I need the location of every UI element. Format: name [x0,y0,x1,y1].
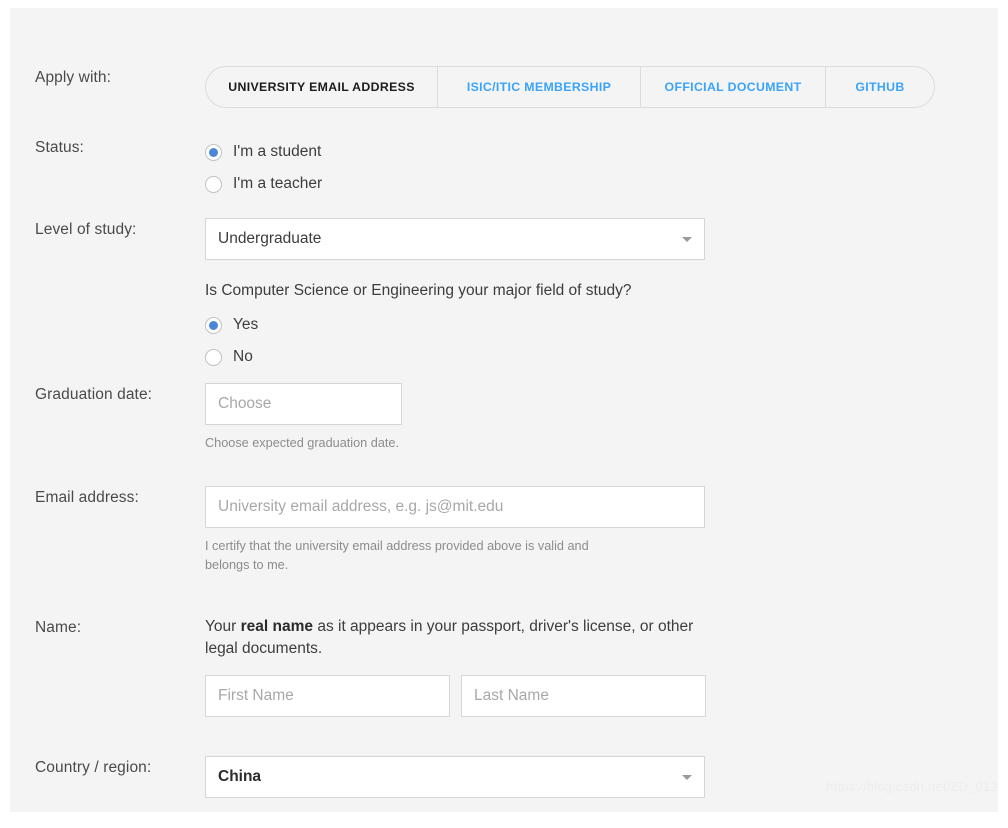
level-of-study-value: Undergraduate [218,230,322,247]
graduation-date-label: Graduation date: [35,386,153,403]
email-address-label: Email address: [35,489,139,506]
radio-item-yes[interactable]: Yes [205,309,705,341]
country-region-select[interactable]: China [205,756,705,798]
chevron-down-icon [682,775,692,780]
note-prefix: Your [205,618,241,635]
radio-button-no[interactable] [205,348,222,366]
tab-isic-itic-membership[interactable]: ISIC/ITIC MEMBERSHIP [438,67,641,107]
email-address-input[interactable] [205,486,705,528]
radio-label-student: I'm a student [233,143,322,160]
name-label: Name: [35,619,82,636]
major-field-question: Is Computer Science or Engineering your … [205,282,632,299]
country-region-field: China [205,756,705,798]
level-of-study-select[interactable]: Undergraduate [205,218,705,260]
real-name-note: Your real name as it appears in your pas… [205,616,705,660]
email-address-row: Email address: I certify that the univer… [35,486,705,575]
status-label: Status: [35,139,84,156]
name-row: Name: Your real name as it appears in yo… [35,616,706,717]
graduation-date-input[interactable] [205,383,402,425]
status-row: Status: I'm a student I'm a teacher [35,136,322,200]
apply-with-field: UNIVERSITY EMAIL ADDRESS ISIC/ITIC MEMBE… [205,66,935,108]
graduation-date-field: Choose expected graduation date. [205,383,402,453]
radio-button-student[interactable] [205,143,222,161]
signup-form-page: Apply with: UNIVERSITY EMAIL ADDRESS ISI… [10,8,998,812]
tab-official-document[interactable]: OFFICIAL DOCUMENT [641,67,826,107]
status-radio-group: I'm a student I'm a teacher [205,136,322,200]
country-region-row: Country / region: China [35,756,705,798]
level-of-study-label: Level of study: [35,221,137,238]
email-address-help: I certify that the university email addr… [205,539,589,572]
first-name-input[interactable] [205,675,450,717]
level-of-study-row: Level of study: Undergraduate Is Compute… [35,218,705,373]
watermark: https://blog.csdn.net/ZD_012 [826,779,998,794]
radio-label-teacher: I'm a teacher [233,175,323,192]
country-region-value: China [218,768,262,785]
last-name-input[interactable] [461,675,706,717]
tab-github[interactable]: GITHUB [826,67,934,107]
note-bold: real name [240,618,314,635]
tab-university-email-address[interactable]: UNIVERSITY EMAIL ADDRESS [206,67,438,107]
radio-item-no[interactable]: No [205,341,705,373]
status-field: I'm a student I'm a teacher [205,136,322,200]
graduation-date-row: Graduation date: Choose expected graduat… [35,383,402,453]
graduation-date-help: Choose expected graduation date. [205,436,399,450]
name-field: Your real name as it appears in your pas… [205,616,706,717]
country-region-label: Country / region: [35,759,152,776]
email-address-field: I certify that the university email addr… [205,486,705,575]
radio-item-teacher[interactable]: I'm a teacher [205,168,322,200]
radio-button-teacher[interactable] [205,175,222,193]
apply-with-tabs: UNIVERSITY EMAIL ADDRESS ISIC/ITIC MEMBE… [205,66,935,108]
name-inputs [205,675,706,717]
radio-button-yes[interactable] [205,316,222,334]
chevron-down-icon [682,237,692,242]
radio-label-no: No [233,348,253,365]
radio-label-yes: Yes [233,316,259,333]
apply-with-row: Apply with: UNIVERSITY EMAIL ADDRESS ISI… [35,66,935,108]
level-of-study-field: Undergraduate Is Computer Science or Eng… [205,218,705,373]
major-field-radio-group: Yes No [205,309,705,373]
apply-with-label: Apply with: [35,69,112,86]
radio-item-student[interactable]: I'm a student [205,136,322,168]
